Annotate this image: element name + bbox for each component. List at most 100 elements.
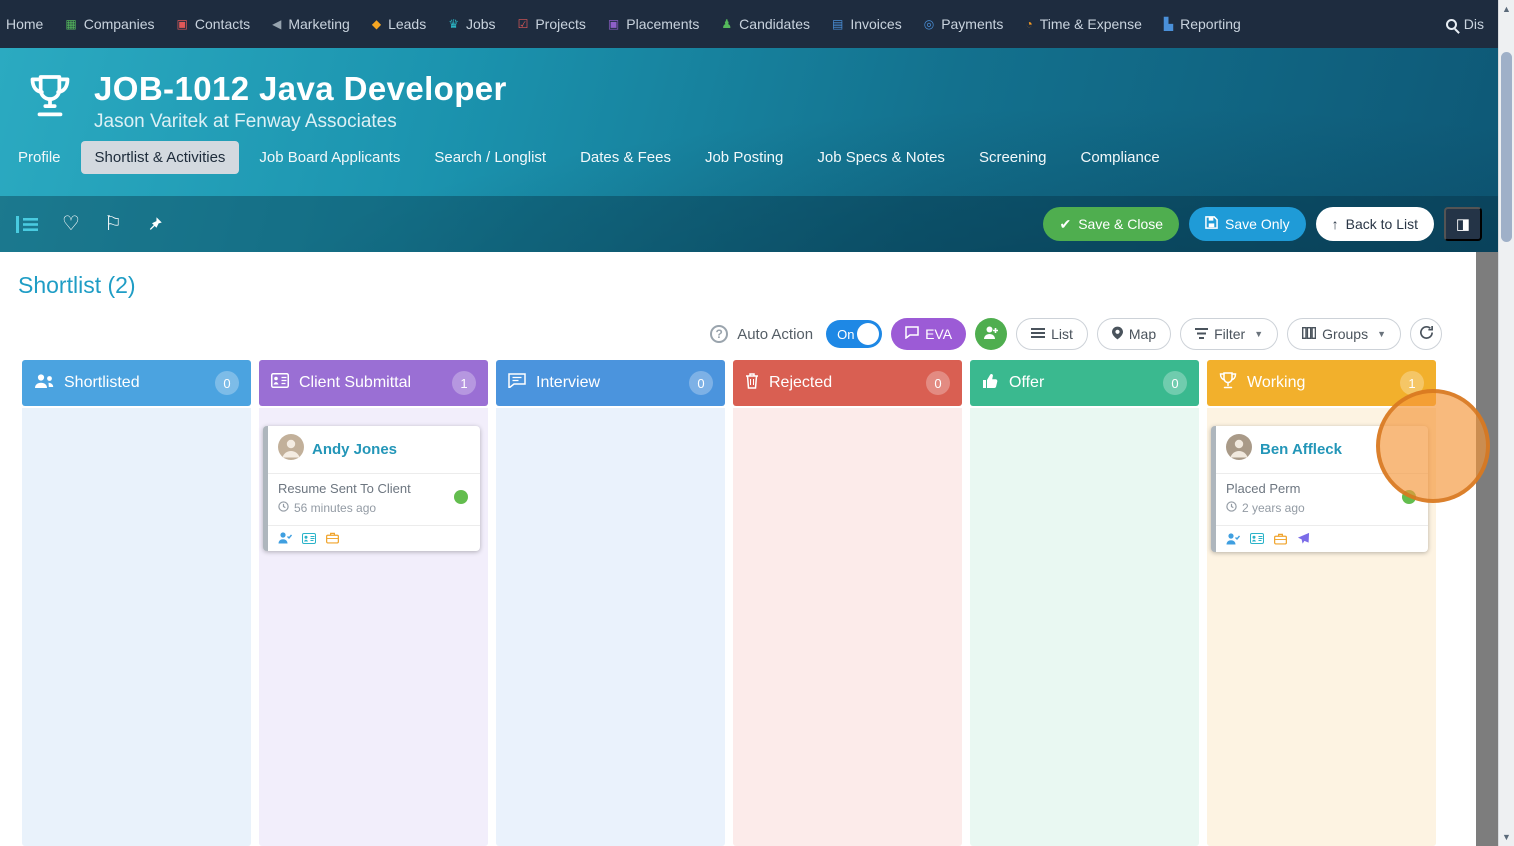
marketing-icon: ◀ xyxy=(272,17,282,31)
nav-item-home[interactable]: Home xyxy=(6,16,43,32)
id-card-icon[interactable] xyxy=(302,532,316,544)
job-trophy-icon xyxy=(22,70,78,131)
payments-icon: ◎ xyxy=(923,17,935,31)
check-icon: ✔ xyxy=(1059,215,1072,232)
tab-bar: Profile Shortlist & Activities Job Board… xyxy=(0,133,1498,174)
nav-label: Time & Expense xyxy=(1039,16,1142,32)
favorite-heart-icon[interactable]: ♡ xyxy=(62,214,80,234)
candidate-card-ben-affleck[interactable]: Ben Affleck Placed Perm 2 years ago xyxy=(1211,426,1428,552)
list-view-button[interactable]: List xyxy=(1016,318,1088,350)
nav-item-invoices[interactable]: ▤ Invoices xyxy=(832,16,902,32)
groups-label: Groups xyxy=(1322,326,1369,342)
tab-job-board-applicants[interactable]: Job Board Applicants xyxy=(245,141,414,174)
nav-item-projects[interactable]: ☑ Projects xyxy=(518,16,586,32)
shortlist-content: Shortlist (2) ? Auto Action On EVA List xyxy=(0,252,1476,846)
groups-button[interactable]: Groups ▼ xyxy=(1287,318,1401,350)
time-expense-icon: ◔ xyxy=(1025,17,1033,31)
tab-dates-fees[interactable]: Dates & Fees xyxy=(566,141,685,174)
nav-item-marketing[interactable]: ◀ Marketing xyxy=(272,16,350,32)
candidate-check-icon[interactable] xyxy=(278,532,292,544)
scrollbar[interactable]: ▲ ▼ xyxy=(1498,0,1514,846)
sidebar-toggle-icon[interactable] xyxy=(16,215,38,233)
nav-label: Leads xyxy=(388,16,427,32)
filter-label: Filter xyxy=(1214,326,1246,342)
briefcase-icon[interactable] xyxy=(326,532,339,544)
briefcase-icon[interactable] xyxy=(1274,533,1287,545)
column-title: Client Submittal xyxy=(299,374,412,391)
toggle-knob xyxy=(857,323,880,345)
board-controls: ? Auto Action On EVA List Map Filter ▼ G… xyxy=(710,318,1442,350)
nav-item-companies[interactable]: ▦ Companies xyxy=(65,16,154,32)
column-title: Interview xyxy=(536,374,601,391)
column-count-badge: 1 xyxy=(1400,371,1424,395)
nav-label: Jobs xyxy=(465,16,496,32)
nav-label: Reporting xyxy=(1180,16,1241,32)
map-pin-icon xyxy=(1111,326,1123,343)
column-shortlisted: Shortlisted 0 xyxy=(22,360,251,846)
nav-item-leads[interactable]: ◆ Leads xyxy=(372,16,426,32)
nav-item-time-expense[interactable]: ◔ Time & Expense xyxy=(1025,16,1141,32)
page-subtitle: Jason Varitek at Fenway Associates xyxy=(94,111,397,132)
back-to-list-label: Back to List xyxy=(1345,216,1418,232)
list-label: List xyxy=(1051,326,1073,342)
map-view-button[interactable]: Map xyxy=(1096,318,1172,350)
column-body-client-submittal: Andy Jones Resume Sent To Client 56 minu… xyxy=(259,408,488,846)
nav-item-reporting[interactable]: ▙ Reporting xyxy=(1164,16,1241,32)
nav-item-jobs[interactable]: ♛ Jobs xyxy=(448,16,495,32)
candidate-card-andy-jones[interactable]: Andy Jones Resume Sent To Client 56 minu… xyxy=(263,426,480,551)
eva-button[interactable]: EVA xyxy=(891,318,967,350)
nav-item-candidates[interactable]: ♟ Candidates xyxy=(721,16,810,32)
tab-search-longlist[interactable]: Search / Longlist xyxy=(420,141,560,174)
save-icon xyxy=(1205,216,1218,232)
nav-item-payments[interactable]: ◎ Payments xyxy=(924,16,1004,32)
refresh-button[interactable] xyxy=(1410,318,1442,350)
scroll-down-arrow[interactable]: ▼ xyxy=(1499,830,1514,844)
tab-screening[interactable]: Screening xyxy=(965,141,1061,174)
candidate-name[interactable]: Andy Jones xyxy=(312,441,397,458)
column-title: Shortlisted xyxy=(64,374,140,391)
clock-icon xyxy=(1226,501,1237,515)
nav-item-discussions[interactable]: Dis xyxy=(1445,16,1484,32)
tab-shortlist-activities[interactable]: Shortlist & Activities xyxy=(80,141,240,174)
column-title: Rejected xyxy=(769,374,833,391)
column-header-working: Working 1 xyxy=(1207,360,1436,406)
scrollbar-thumb[interactable] xyxy=(1501,52,1512,242)
id-card-icon[interactable] xyxy=(1250,533,1264,544)
candidate-name[interactable]: Ben Affleck xyxy=(1260,441,1342,458)
nav-label: Candidates xyxy=(739,16,810,32)
back-to-list-button[interactable]: ↑ Back to List xyxy=(1315,207,1434,241)
nav-item-contacts[interactable]: ▣ Contacts xyxy=(177,16,251,32)
flag-icon[interactable]: ⚐ xyxy=(104,214,122,234)
scroll-up-arrow[interactable]: ▲ xyxy=(1499,2,1514,16)
nav-item-placements[interactable]: ▣ Placements xyxy=(608,16,700,32)
page-gutter xyxy=(1476,252,1498,846)
tab-compliance[interactable]: Compliance xyxy=(1066,141,1173,174)
avatar xyxy=(1226,434,1252,465)
trash-icon xyxy=(745,372,759,394)
column-header-client-submittal: Client Submittal 1 xyxy=(259,360,488,406)
column-body-rejected xyxy=(733,408,962,846)
help-icon[interactable]: ? xyxy=(710,325,729,343)
panel-layout-button[interactable]: ◨ xyxy=(1444,207,1482,241)
filter-button[interactable]: Filter ▼ xyxy=(1180,318,1279,350)
tab-job-specs-notes[interactable]: Job Specs & Notes xyxy=(803,141,959,174)
job-header: JOB-1012 Java Developer Jason Varitek at… xyxy=(0,48,1498,252)
auto-action-toggle[interactable]: On xyxy=(826,320,883,348)
pin-icon[interactable] xyxy=(146,215,164,233)
column-count-badge: 0 xyxy=(1163,371,1187,395)
add-candidate-button[interactable] xyxy=(975,318,1008,350)
column-client-submittal: Client Submittal 1 Andy Jones Resume Sen… xyxy=(259,360,488,846)
nav-label: Companies xyxy=(83,16,155,32)
column-header-rejected: Rejected 0 xyxy=(733,360,962,406)
save-close-button[interactable]: ✔ Save & Close xyxy=(1043,207,1180,241)
tab-profile[interactable]: Profile xyxy=(4,141,75,174)
column-body-working: Ben Affleck Placed Perm 2 years ago xyxy=(1207,408,1436,846)
refresh-icon xyxy=(1419,325,1434,343)
tab-job-posting[interactable]: Job Posting xyxy=(691,141,797,174)
chevron-down-icon: ▼ xyxy=(1377,329,1386,339)
column-count-badge: 0 xyxy=(215,371,239,395)
candidate-check-icon[interactable] xyxy=(1226,532,1240,545)
projects-icon: ☑ xyxy=(517,17,529,31)
save-only-button[interactable]: Save Only xyxy=(1189,207,1306,241)
send-icon[interactable] xyxy=(1297,532,1310,545)
